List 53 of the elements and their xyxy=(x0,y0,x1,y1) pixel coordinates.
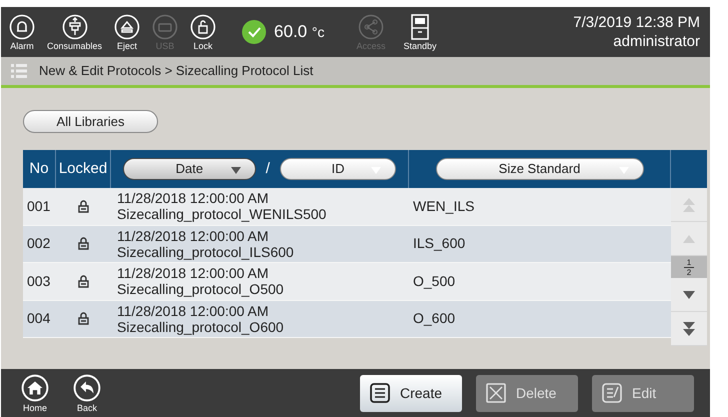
user-name: administrator xyxy=(613,32,700,51)
share-icon xyxy=(358,14,384,40)
list-icon xyxy=(370,383,390,403)
table-cell-text: ILS_600 xyxy=(412,234,466,254)
table-cell-text: O_600 xyxy=(412,309,456,328)
unlock-icon xyxy=(190,14,216,40)
create-button[interactable]: Create xyxy=(360,374,462,412)
dropdown-caret-icon xyxy=(230,167,241,174)
table-cell-text: 11/28/2018 12:00:00 AM xyxy=(117,228,270,244)
next-page-button[interactable] xyxy=(671,278,707,312)
all-libraries-button[interactable]: All Libraries xyxy=(23,110,158,133)
alarm-button[interactable]: Alarm xyxy=(9,14,35,50)
table-cell-text: 11/28/2018 12:00:00 AM xyxy=(117,265,270,282)
table-cell-text: WEN_ILS xyxy=(412,196,476,216)
home-icon xyxy=(21,374,49,402)
table-cell-text: 004 xyxy=(26,309,52,328)
standby-button[interactable]: Standby xyxy=(403,14,436,50)
table-cell-text: O_500 xyxy=(412,272,456,291)
bell-icon xyxy=(9,14,35,40)
temperature-reading: 60.0 °c xyxy=(274,21,324,44)
x-box-icon xyxy=(486,383,506,403)
page-count: 2 xyxy=(686,268,692,276)
eject-button[interactable]: Eject xyxy=(114,14,140,50)
breadcrumb: New & Edit Protocols > Sizecalling Protocol List xyxy=(39,62,314,80)
table-cell-text: 003 xyxy=(26,272,52,291)
date-time: 7/3/2019 12:38 PM xyxy=(573,13,700,32)
table-cell-text: 002 xyxy=(26,234,52,254)
separator-slash: / xyxy=(266,158,270,179)
sort-button[interactable]: Date xyxy=(123,158,256,180)
home-button[interactable]: Home xyxy=(21,374,49,412)
table-cell-text: 11/28/2018 12:00:00 AM xyxy=(117,302,270,319)
table-cell-text: 001 xyxy=(26,196,52,216)
back-button[interactable]: Back xyxy=(73,374,101,412)
cartridge-icon xyxy=(62,14,88,40)
menu-icon[interactable] xyxy=(11,64,27,78)
sort-button[interactable]: ID xyxy=(280,158,396,180)
sort-button[interactable]: Size Standard xyxy=(436,158,644,180)
last-page-button[interactable] xyxy=(671,312,707,346)
dropdown-caret-icon xyxy=(618,167,628,174)
edit-icon xyxy=(602,383,622,403)
page-number: 1 xyxy=(684,258,694,268)
usb-icon xyxy=(152,14,178,40)
double-down-arrow-icon xyxy=(683,320,695,336)
lock-button[interactable]: Lock xyxy=(190,14,216,50)
double-up-arrow-icon xyxy=(683,196,695,212)
dropdown-caret-icon xyxy=(371,167,381,174)
consumables-button[interactable]: Consumables xyxy=(47,14,102,50)
table-cell-text: Sizecalling_protocol_WENILS500 xyxy=(117,206,328,222)
eject-icon xyxy=(114,14,140,40)
table-cell-text: Sizecalling_protocol_ILS600 xyxy=(117,244,295,260)
table-cell-text: 11/28/2018 12:00:00 AM xyxy=(117,190,270,206)
table-cell-text: Sizecalling_protocol_O500 xyxy=(117,281,285,298)
table-cell-text: Sizecalling_protocol_O600 xyxy=(117,318,285,335)
